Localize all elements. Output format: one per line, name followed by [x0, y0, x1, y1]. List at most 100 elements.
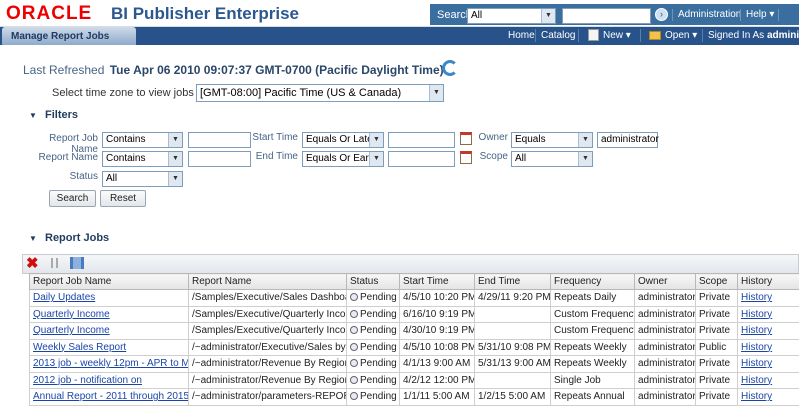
column-header-frequency[interactable]: Frequency: [551, 274, 635, 290]
table-row[interactable]: Daily Updates /Samples/Executive/Sales D…: [30, 290, 799, 307]
report-jobs-heading: Report Jobs: [45, 232, 109, 244]
table-row[interactable]: Quarterly Income /Samples/Executive/Quar…: [30, 323, 799, 340]
column-header-start-time[interactable]: Start Time: [400, 274, 475, 290]
column-header-owner[interactable]: Owner: [635, 274, 696, 290]
start-time-input[interactable]: [388, 132, 455, 148]
report-name-label: Report Name: [20, 152, 98, 163]
new-icon: [588, 29, 599, 41]
clock-icon: [350, 376, 358, 384]
new-menu[interactable]: New ▾: [603, 30, 631, 41]
frequency-cell: Repeats Daily: [551, 290, 635, 307]
status-cell: Pending: [347, 323, 400, 340]
status-cell: Pending: [347, 306, 400, 323]
scope-cell: Private: [696, 323, 738, 340]
divider: [640, 29, 641, 42]
report-name-cell: /~administrator/Revenue By Region.x: [189, 356, 347, 373]
owner-cell: administrator: [635, 372, 696, 389]
column-header-report-job-name[interactable]: Report Job Name: [30, 274, 189, 290]
report-name-operator[interactable]: Contains▼: [102, 151, 183, 167]
history-link[interactable]: History: [741, 391, 772, 402]
job-name-link[interactable]: Daily Updates: [33, 292, 95, 303]
report-name-cell: /Samples/Executive/Quarterly Income: [189, 323, 347, 340]
table-row[interactable]: 2013 job - weekly 12pm - APR to MAY /~ad…: [30, 356, 799, 373]
history-cell: History: [738, 339, 799, 356]
divider: [535, 29, 536, 42]
report-name-input[interactable]: [188, 151, 251, 167]
reset-button[interactable]: Reset: [100, 190, 146, 207]
start-time-cell: 4/5/10 10:08 PM: [400, 339, 475, 356]
pause-icon[interactable]: [51, 258, 58, 268]
status-select[interactable]: All▼: [102, 171, 183, 187]
search-button[interactable]: Search: [49, 190, 96, 207]
history-link[interactable]: History: [741, 292, 772, 303]
start-time-operator[interactable]: Equals Or Later▼: [302, 132, 384, 148]
history-link[interactable]: History: [741, 309, 772, 320]
search-go-icon[interactable]: ›: [655, 8, 668, 21]
table-row[interactable]: 2012 job - notification on /~administrat…: [30, 372, 799, 389]
end-time-input[interactable]: [388, 151, 455, 167]
report-job-name-input[interactable]: [188, 132, 251, 148]
table-row[interactable]: Weekly Sales Report /~administrator/Exec…: [30, 339, 799, 356]
help-menu[interactable]: Help ▾: [746, 9, 774, 20]
open-menu[interactable]: Open ▾: [665, 30, 697, 41]
report-name-cell: /Samples/Executive/Quarterly Income: [189, 306, 347, 323]
scope-cell: Private: [696, 372, 738, 389]
job-name-link[interactable]: 2012 job - notification on: [33, 375, 142, 386]
administration-link[interactable]: Administration: [678, 9, 741, 20]
column-header-history[interactable]: History: [738, 274, 799, 290]
history-link[interactable]: History: [741, 342, 772, 353]
column-header-report-name[interactable]: Report Name: [189, 274, 347, 290]
column-header-scope[interactable]: Scope: [696, 274, 738, 290]
delete-icon[interactable]: ✖: [26, 255, 39, 272]
scope-cell: Private: [696, 306, 738, 323]
table-row[interactable]: Quarterly Income /Samples/Executive/Quar…: [30, 306, 799, 323]
timezone-select[interactable]: [GMT-08:00] Pacific Time (US & Canada)▼: [196, 84, 444, 102]
start-time-cell: 4/5/10 10:20 PM: [400, 290, 475, 307]
table-header-row: Report Job Name Report Name Status Start…: [30, 274, 799, 290]
report-job-name-operator[interactable]: Contains▼: [102, 132, 183, 148]
folder-icon: [649, 31, 661, 40]
collapse-report-jobs-icon[interactable]: ▼: [29, 234, 37, 243]
report-name-cell: /~administrator/Revenue By Region.x: [189, 372, 347, 389]
home-link[interactable]: Home: [508, 30, 535, 41]
table-row[interactable]: Annual Report - 2011 through 2015 /~admi…: [30, 389, 799, 406]
start-time-cell: 1/1/11 5:00 AM: [400, 389, 475, 406]
start-time-label: Start Time: [250, 132, 298, 143]
chevron-down-icon: ▼: [541, 9, 555, 23]
job-name-link[interactable]: Weekly Sales Report: [33, 342, 126, 353]
history-link[interactable]: History: [741, 325, 772, 336]
chevron-down-icon: ▾: [769, 9, 774, 20]
chevron-down-icon: ▼: [578, 152, 592, 166]
collapse-filters-icon[interactable]: ▼: [29, 111, 37, 120]
refresh-icon[interactable]: [442, 60, 458, 76]
tab-manage-report-jobs[interactable]: Manage Report Jobs: [2, 27, 136, 45]
owner-cell: administrator: [635, 339, 696, 356]
job-name-link[interactable]: 2013 job - weekly 12pm - APR to MAY: [33, 358, 189, 369]
end-time-operator[interactable]: Equals Or Earlier▼: [302, 151, 384, 167]
history-link[interactable]: History: [741, 375, 772, 386]
catalog-link[interactable]: Catalog: [541, 30, 575, 41]
history-cell: History: [738, 372, 799, 389]
history-link[interactable]: History: [741, 358, 772, 369]
owner-operator[interactable]: Equals▼: [511, 132, 593, 148]
divider: [672, 9, 673, 21]
job-name-link[interactable]: Quarterly Income: [33, 325, 110, 336]
scope-cell: Public: [696, 339, 738, 356]
job-name-link[interactable]: Quarterly Income: [33, 309, 110, 320]
resume-icon[interactable]: [70, 257, 84, 269]
column-header-end-time[interactable]: End Time: [475, 274, 551, 290]
chevron-down-icon: ▼: [369, 152, 383, 166]
scope-select[interactable]: All▼: [511, 151, 593, 167]
end-time-cell: 5/31/10 9:08 PM: [475, 339, 551, 356]
search-scope-select[interactable]: All▼: [467, 8, 556, 24]
end-time-cell: [475, 323, 551, 340]
owner-cell: administrator: [635, 323, 696, 340]
job-name-link[interactable]: Annual Report - 2011 through 2015: [33, 391, 189, 402]
column-header-status[interactable]: Status: [347, 274, 400, 290]
scope-cell: Private: [696, 389, 738, 406]
chevron-down-icon: ▼: [168, 152, 182, 166]
search-input[interactable]: [562, 8, 651, 24]
report-name-cell: /~administrator/parameters-REPORT.x: [189, 389, 347, 406]
report-name-cell: /Samples/Executive/Sales Dashboard w: [189, 290, 347, 307]
owner-input[interactable]: administrator: [597, 132, 658, 148]
